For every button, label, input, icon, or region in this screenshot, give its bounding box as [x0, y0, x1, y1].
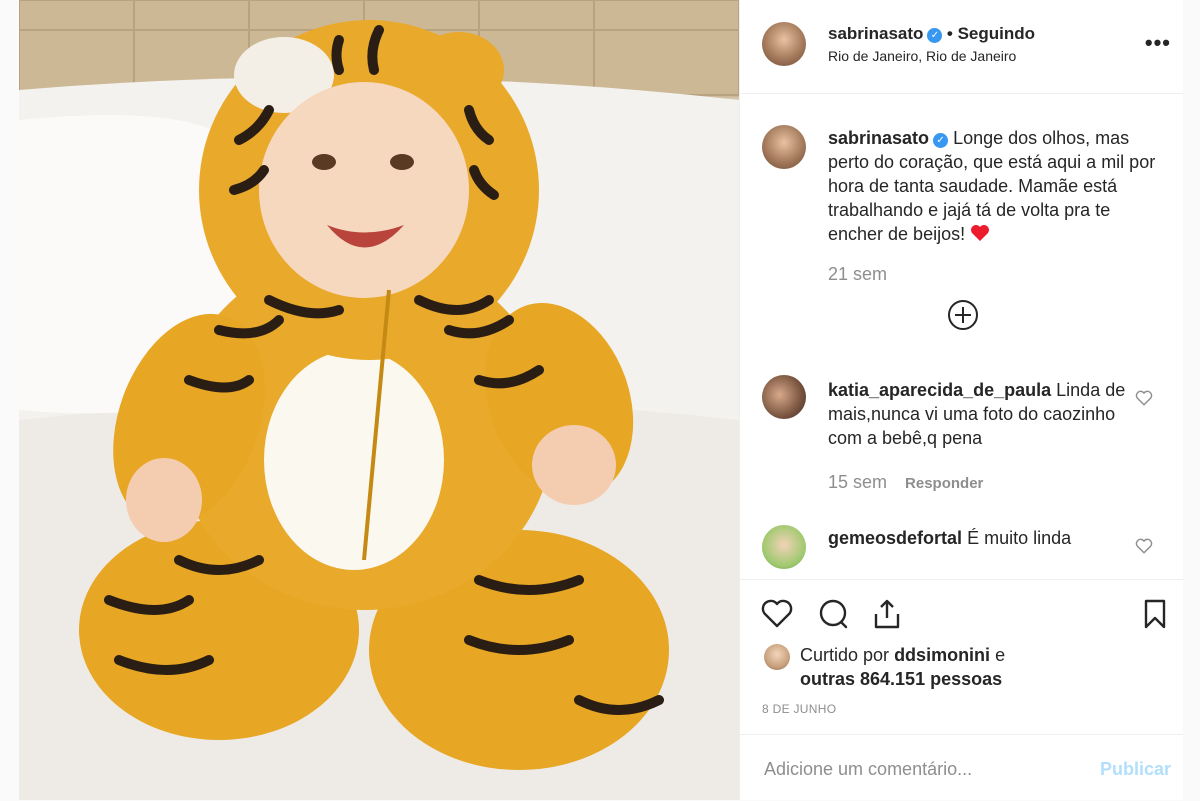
post-details-panel: sabrinasato ✓ • Seguindo Rio de Janeiro, … [739, 0, 1183, 800]
author-line: sabrinasato ✓ • Seguindo [828, 24, 1035, 44]
load-more-comments-icon[interactable] [948, 300, 978, 330]
author-avatar[interactable] [762, 22, 806, 66]
add-comment-bar: Publicar [740, 734, 1183, 801]
commenter-avatar[interactable] [762, 525, 806, 569]
baby-tiger-costume-image [19, 0, 739, 800]
post-date[interactable]: 8 DE JUNHO [762, 702, 836, 716]
likes-summary: Curtido por ddsimonini e outras 864.151 … [800, 643, 1005, 691]
like-comment-heart-icon[interactable] [1135, 537, 1153, 555]
share-icon[interactable] [870, 597, 904, 631]
comment-time: 15 sem [828, 472, 888, 492]
like-heart-icon[interactable] [760, 597, 794, 631]
comment-username[interactable]: gemeosdefortal [828, 528, 962, 548]
follow-status[interactable]: • Seguindo [947, 24, 1035, 43]
caption-author[interactable]: sabrinasato [828, 128, 929, 148]
comment-username[interactable]: katia_aparecida_de_paula [828, 380, 1051, 400]
caption-author-avatar[interactable] [762, 125, 806, 169]
comment-item: gemeosdefortal É muito linda [828, 526, 1128, 550]
liker-avatar[interactable] [764, 644, 790, 670]
reply-button[interactable]: Responder [905, 475, 983, 492]
verified-badge-icon: ✓ [927, 28, 943, 43]
red-heart-emoji-icon [970, 224, 990, 244]
comment-text: É muito linda [967, 528, 1072, 548]
author-username[interactable]: sabrinasato [828, 24, 923, 43]
commenter-avatar[interactable] [762, 375, 806, 419]
liker-username[interactable]: ddsimonini [894, 645, 990, 665]
likes-others-link[interactable]: outras 864.151 pessoas [800, 669, 1002, 689]
post-photo[interactable] [19, 0, 739, 800]
verified-badge-icon: ✓ [933, 133, 949, 148]
comment-input[interactable] [762, 755, 1066, 783]
post-actions: Curtido por ddsimonini e outras 864.151 … [740, 579, 1183, 735]
more-options-icon[interactable]: ••• [1145, 30, 1171, 56]
post-location[interactable]: Rio de Janeiro, Rio de Janeiro [828, 48, 1016, 64]
save-bookmark-icon[interactable] [1138, 597, 1172, 631]
publish-button[interactable]: Publicar [1100, 759, 1171, 780]
comment-bubble-icon[interactable] [816, 597, 850, 631]
comment-item: katia_aparecida_de_paula Linda de mais,n… [828, 378, 1128, 496]
likes-conjunction: e [995, 645, 1006, 665]
like-comment-heart-icon[interactable] [1135, 389, 1153, 407]
caption-time: 21 sem [828, 264, 888, 284]
post-caption: sabrinasato ✓ Longe dos olhos, mas perto … [828, 126, 1158, 286]
post-header: sabrinasato ✓ • Seguindo Rio de Janeiro, … [740, 0, 1183, 94]
likes-prefix: Curtido por [800, 645, 890, 665]
